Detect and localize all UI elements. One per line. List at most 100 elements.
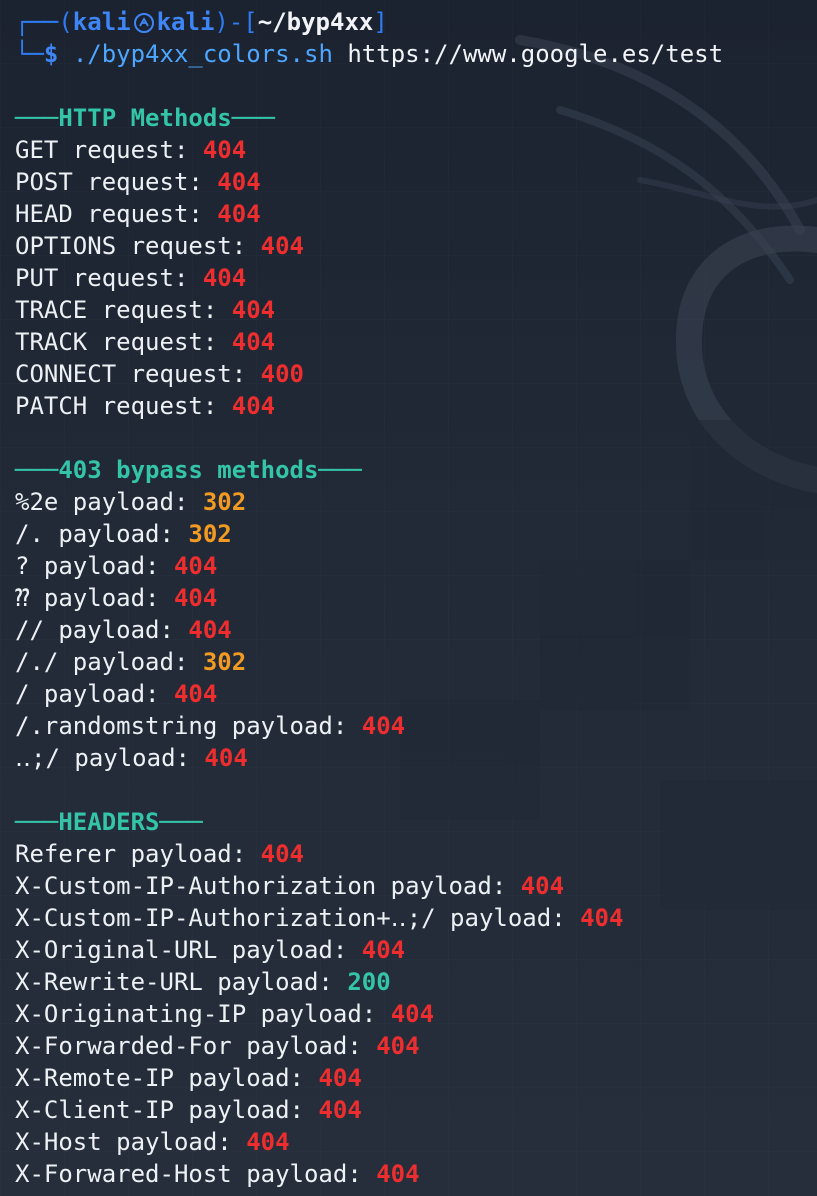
result-row: CONNECT request: 400	[15, 358, 817, 390]
result-label: X-Remote-IP payload:	[15, 1064, 319, 1092]
result-row: X-Host payload: 404	[15, 1126, 817, 1158]
status-code: 404	[390, 1000, 435, 1028]
prompt-path: ~/byp4xx	[257, 8, 374, 36]
prompt-line-1: ┌──(kali kali)-[~/byp4xx]	[15, 6, 817, 38]
result-row: ⁇ payload: 404	[15, 582, 817, 614]
result-label: OPTIONS request:	[15, 232, 261, 260]
result-label: POST request:	[15, 168, 218, 196]
result-row: X-Client-IP payload: 404	[15, 1094, 817, 1126]
result-row: X-Originating-IP payload: 404	[15, 998, 817, 1030]
result-label: X-Client-IP payload:	[15, 1096, 319, 1124]
result-label: TRACK request:	[15, 328, 232, 356]
result-row: /./ payload: 302	[15, 646, 817, 678]
status-code: 200	[347, 968, 391, 996]
prompt-corner-bottom: └─	[15, 40, 44, 68]
result-row: PATCH request: 404	[15, 390, 817, 422]
section-header: ───403 bypass methods───	[15, 456, 362, 484]
command-executable: ./byp4xx_colors.sh	[72, 40, 333, 68]
result-row: X-Custom-IP-Authorization+‥;/ payload: 4…	[15, 902, 817, 934]
status-code: 404	[376, 1160, 420, 1188]
status-code: 404	[217, 168, 261, 196]
section-header: ───HEADERS───	[15, 808, 203, 836]
result-label: X-Rewrite-URL payload:	[15, 968, 348, 996]
result-row: PUT request: 404	[15, 262, 817, 294]
result-label: / payload:	[15, 680, 174, 708]
result-row: /. payload: 302	[15, 518, 817, 550]
section-header: ───HTTP Methods───	[15, 104, 276, 132]
status-code: 404	[202, 136, 247, 164]
terminal-output: ┌──(kali kali)-[~/byp4xx] └─$ ./byp4xx_co…	[0, 0, 817, 1190]
status-code: 404	[318, 1096, 362, 1124]
status-code: 404	[231, 392, 276, 420]
result-row: /.randomstring payload: 404	[15, 710, 817, 742]
result-label: X-Forwarded-For payload:	[15, 1032, 377, 1060]
result-label: X-Custom-IP-Authorization+‥;/ payload:	[15, 904, 581, 932]
result-row: ? payload: 404	[15, 550, 817, 582]
result-row: ‥;/ payload: 404	[15, 742, 817, 774]
result-row: X-Original-URL payload: 404	[15, 934, 817, 966]
status-code: 400	[260, 360, 304, 388]
status-code: 404	[246, 1128, 290, 1156]
result-label: GET request:	[15, 136, 203, 164]
result-label: X-Custom-IP-Authorization payload:	[15, 872, 521, 900]
result-label: PATCH request:	[15, 392, 232, 420]
result-row: POST request: 404	[15, 166, 817, 198]
status-code: 404	[361, 712, 406, 740]
status-code: 404	[204, 744, 248, 772]
result-label: TRACE request:	[15, 296, 232, 324]
prompt-hostname: kali	[156, 8, 215, 36]
kali-dragon-icon	[133, 13, 154, 33]
status-code: 404	[520, 872, 565, 900]
result-row: %2e payload: 302	[15, 486, 817, 518]
result-row: GET request: 404	[15, 134, 817, 166]
status-code: 404	[173, 584, 218, 612]
result-label: X-Host payload:	[15, 1128, 247, 1156]
prompt-corner-top: ┌──(	[15, 8, 73, 36]
status-code: 302	[202, 648, 247, 676]
prompt-line-2: └─$ ./byp4xx_colors.sh https://www.googl…	[15, 38, 817, 70]
status-code: 404	[580, 904, 624, 932]
result-row: Referer payload: 404	[15, 838, 817, 870]
result-label: ⁇ payload:	[15, 584, 174, 612]
status-code: 404	[376, 1032, 420, 1060]
result-label: /./ payload:	[15, 648, 203, 676]
status-code: 404	[231, 328, 276, 356]
result-label: PUT request:	[15, 264, 203, 292]
result-row: X-Custom-IP-Authorization payload: 404	[15, 870, 817, 902]
result-row: X-Forwarded-For payload: 404	[15, 1030, 817, 1062]
result-label: %2e payload:	[15, 488, 203, 516]
result-label: X-Forwared-Host payload:	[15, 1160, 377, 1188]
result-label: HEAD request:	[15, 200, 218, 228]
result-label: ‥;/ payload:	[15, 744, 205, 772]
result-label: ? payload:	[15, 552, 174, 580]
prompt-bracket-open: )-[	[214, 8, 258, 36]
status-code: 404	[173, 680, 218, 708]
status-code: 404	[202, 264, 247, 292]
status-code: 404	[231, 296, 276, 324]
status-code: 404	[217, 200, 261, 228]
result-row: OPTIONS request: 404	[15, 230, 817, 262]
status-code: 404	[260, 232, 304, 260]
result-row: // payload: 404	[15, 614, 817, 646]
result-label: /.randomstring payload:	[15, 712, 362, 740]
result-label: X-Originating-IP payload:	[15, 1000, 391, 1028]
result-label: X-Original-URL payload:	[15, 936, 362, 964]
status-code: 404	[318, 1064, 362, 1092]
result-label: CONNECT request:	[15, 360, 261, 388]
result-label: /. payload:	[15, 520, 189, 548]
prompt-dollar: $	[43, 40, 59, 68]
result-row: HEAD request: 404	[15, 198, 817, 230]
status-code: 404	[361, 936, 406, 964]
status-code: 302	[188, 520, 232, 548]
status-code: 404	[260, 840, 304, 868]
status-code: 404	[173, 552, 218, 580]
result-row: TRACE request: 404	[15, 294, 817, 326]
results-sections: ───HTTP Methods─── GET request: 404 POST r…	[15, 102, 817, 1190]
status-code: 404	[188, 616, 232, 644]
result-label: Referer payload:	[15, 840, 261, 868]
command-argument: https://www.google.es/test	[347, 40, 724, 68]
result-row: / payload: 404	[15, 678, 817, 710]
result-row: X-Remote-IP payload: 404	[15, 1062, 817, 1094]
